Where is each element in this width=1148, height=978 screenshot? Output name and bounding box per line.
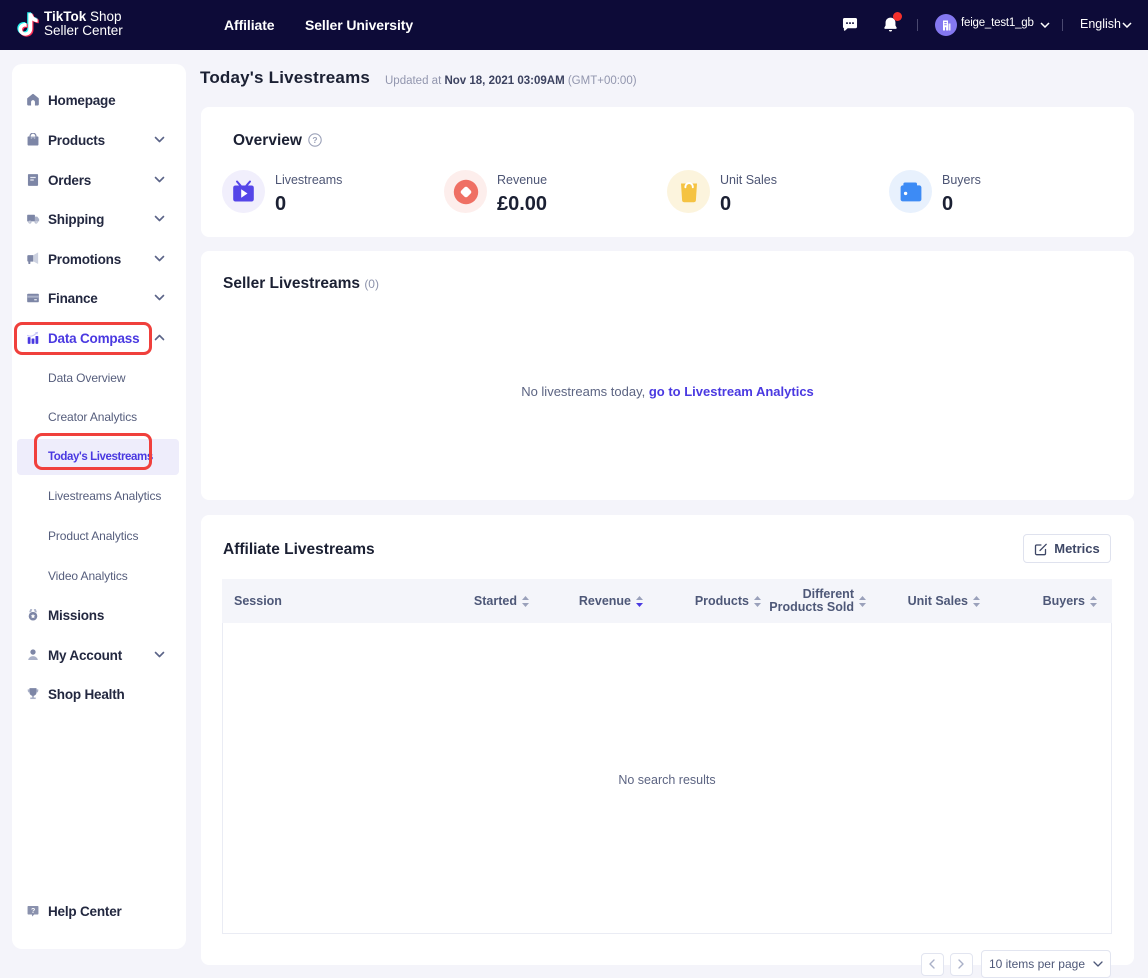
- svg-text:?: ?: [31, 908, 35, 915]
- svg-text:?: ?: [312, 135, 317, 145]
